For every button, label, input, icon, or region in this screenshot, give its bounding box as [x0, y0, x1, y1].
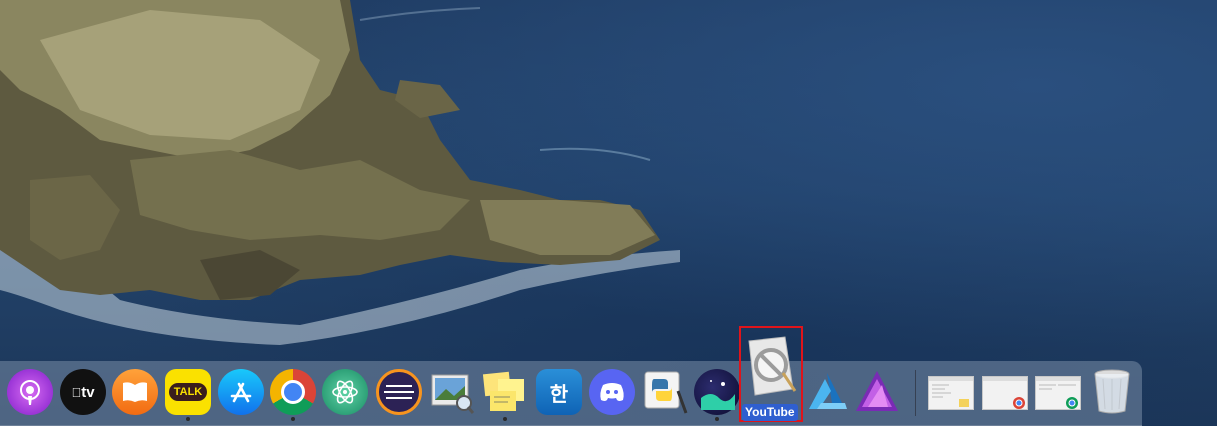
- minimized-window-3[interactable]: [1035, 376, 1081, 410]
- kakaotalk-icon: TALK: [165, 369, 211, 415]
- affinity-photo-icon: [854, 369, 900, 415]
- minimized-window-1[interactable]: [928, 376, 974, 410]
- affinity-designer-icon: [805, 369, 851, 415]
- dock-item-elytra[interactable]: [694, 369, 740, 421]
- books-icon: [112, 369, 158, 415]
- dock-item-chrome[interactable]: [270, 369, 316, 421]
- atom-icon: [322, 369, 368, 415]
- dock-item-app-store[interactable]: [218, 369, 264, 415]
- dock-item-trash[interactable]: [1089, 367, 1135, 414]
- podcasts-icon: [7, 369, 53, 415]
- running-indicator: [291, 417, 295, 421]
- dock-item-preview[interactable]: [428, 369, 474, 415]
- eclipse-icon: [376, 369, 422, 415]
- running-indicator: [186, 417, 190, 421]
- minimized-window-2[interactable]: [982, 376, 1028, 410]
- dock-item-stickies[interactable]: [482, 369, 528, 421]
- dragged-app-label: YouTube: [742, 404, 798, 421]
- moon-app-icon: [694, 369, 740, 415]
- apple-tv-icon: tv: [60, 369, 106, 415]
- dock-item-affinity-photo[interactable]: [854, 369, 900, 415]
- chrome-window-thumbnail-icon: [983, 377, 1027, 409]
- dock-divider: [915, 370, 916, 416]
- discord-icon: [589, 369, 635, 415]
- dock-item-books[interactable]: [112, 369, 158, 415]
- hangul-icon: 한: [536, 369, 582, 415]
- dock-item-affinity-designer[interactable]: [805, 369, 851, 415]
- app-store-icon: [218, 369, 264, 415]
- dock-item-eclipse[interactable]: [376, 369, 422, 415]
- chrome-icon: [270, 369, 316, 415]
- preview-icon: [428, 369, 474, 415]
- dock-item-kakaotalk[interactable]: TALK: [165, 369, 211, 421]
- trash-icon: [1094, 369, 1130, 414]
- running-indicator: [503, 417, 507, 421]
- dock-item-python-launcher[interactable]: [642, 369, 688, 415]
- dock-item-hangul[interactable]: 한: [536, 369, 582, 415]
- dock-item-apple-tv[interactable]: tv: [60, 369, 106, 415]
- python-icon: [642, 369, 688, 415]
- dock-item-discord[interactable]: [589, 369, 635, 415]
- running-indicator: [715, 417, 719, 421]
- dock-item-atom[interactable]: [322, 369, 368, 415]
- window-thumbnail-icon: [929, 377, 973, 407]
- prohibited-app-icon: [748, 336, 797, 396]
- dock-item-podcasts[interactable]: [7, 369, 53, 415]
- chrome-window-thumbnail-icon: [1036, 377, 1080, 409]
- dragged-app-youtube[interactable]: [745, 333, 799, 399]
- stickies-icon: [482, 369, 528, 415]
